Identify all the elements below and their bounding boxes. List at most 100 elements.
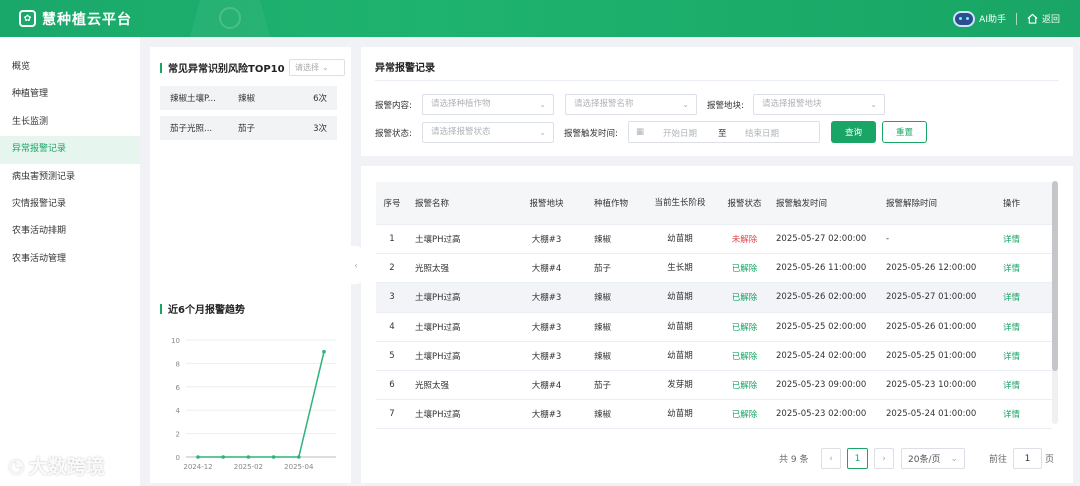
cell-index: 3 <box>389 292 395 303</box>
cell-trigger-time: 2025-05-26 11:00:00 <box>776 263 867 274</box>
details-link[interactable]: 详情 <box>987 262 1052 274</box>
cell-stage: 发芽期 <box>667 380 693 391</box>
app-logo[interactable]: ✿ 慧种植云平台 <box>19 9 132 29</box>
ai-assistant-button[interactable]: AI助手 <box>953 10 1006 27</box>
alarm-name-select[interactable]: 请选择报警名称 ⌄ <box>565 94 697 115</box>
status-label: 报警状态: <box>375 129 412 139</box>
table-row[interactable]: 6 光照太强 大棚#4 茄子 发芽期 已解除 2025-05-23 09:00:00 2025… <box>376 371 1052 401</box>
chevron-down-icon: ⌄ <box>950 453 958 464</box>
sidebar-item-farming[interactable]: 农事活动管理 <box>0 246 140 273</box>
crop-select[interactable]: 请选择 ⌄ <box>289 59 345 76</box>
goto-page-input[interactable]: 1 <box>1013 448 1042 469</box>
data-point <box>221 455 225 459</box>
cell-release-time: 2025-05-26 12:00:00 <box>886 263 977 274</box>
app-title: 慧种植云平台 <box>42 11 132 28</box>
crop-filter-placeholder: 请选择种植作物 <box>431 99 491 109</box>
filter-title: 异常报警记录 <box>375 63 435 74</box>
cell-crop: 茄子 <box>594 381 612 392</box>
page-size-select[interactable]: 20条/页 ⌄ <box>901 448 965 469</box>
details-link[interactable]: 详情 <box>987 379 1052 391</box>
chevron-left-icon: ‹ <box>354 260 358 270</box>
brand-watermark: ◔ 大数跨境 <box>8 452 105 479</box>
rank-count: 6次 <box>313 94 327 104</box>
goto-suffix: 页 <box>1045 455 1055 465</box>
plot-select[interactable]: 请选择报警地块 ⌄ <box>753 94 885 115</box>
details-link[interactable]: 详情 <box>987 233 1052 245</box>
time-label: 报警触发时间: <box>564 129 618 139</box>
date-range-picker[interactable]: ▦ 开始日期 至 结束日期 <box>628 121 820 143</box>
filter-panel: 异常报警记录 报警内容: 请选择种植作物 ⌄ 请选择报警名称 ⌄ 报警地块: 请… <box>361 47 1073 156</box>
scrollbar-thumb[interactable] <box>1052 181 1058 371</box>
cell-plot: 大棚#4 <box>531 381 562 392</box>
page-number-current[interactable]: 1 <box>847 448 868 469</box>
table-row[interactable]: 1 土壤PH过高 大棚#3 辣椒 幼苗期 未解除 2025-05-27 02:00:00 - 详… <box>376 225 1052 255</box>
rank-row[interactable]: 辣椒土壤P... 辣椒 6次 <box>160 86 337 110</box>
series-line <box>198 351 325 458</box>
y-tick-label: 6 <box>176 384 181 392</box>
details-link[interactable]: 详情 <box>987 321 1052 333</box>
table-row[interactable]: 2 光照太强 大棚#4 茄子 生长期 已解除 2025-05-26 11:00:00 2025… <box>376 254 1052 284</box>
cell-crop: 辣椒 <box>594 293 612 304</box>
sidebar-item-disaster[interactable]: 灾情报警记录 <box>0 191 140 218</box>
cell-status: 已解除 <box>731 351 758 362</box>
prev-page-button[interactable]: ‹ <box>821 448 841 469</box>
rank-row[interactable]: 茄子光照... 茄子 3次 <box>160 116 337 140</box>
sidebar-item-planting[interactable]: 种植管理 <box>0 81 140 108</box>
table-scrollbar[interactable] <box>1052 181 1058 424</box>
header-divider <box>1015 12 1017 25</box>
sidebar-item-schedule[interactable]: 农事活动排期 <box>0 218 140 245</box>
cell-status: 已解除 <box>731 293 758 304</box>
rank-name: 辣椒土壤P... <box>170 94 216 104</box>
divider <box>375 80 1059 81</box>
collapse-panel-button[interactable]: ‹ <box>351 246 361 284</box>
end-date-input[interactable]: 结束日期 <box>745 127 779 139</box>
sidebar-item-overview[interactable]: 概览 <box>0 54 140 81</box>
cell-alarm-name: 土壤PH过高 <box>415 351 461 362</box>
cell-release-time: 2025-05-27 01:00:00 <box>886 292 977 303</box>
cell-trigger-time: 2025-05-26 02:00:00 <box>776 292 867 303</box>
top-header: ✿ 慧种植云平台 AI助手 返回 <box>0 0 1080 37</box>
status-select[interactable]: 请选择报警状态 ⌄ <box>422 122 554 143</box>
range-separator: 至 <box>718 129 727 139</box>
watermark-logo-icon: ◔ <box>8 454 25 477</box>
col-header: 操作 <box>1003 199 1021 209</box>
table-row[interactable]: 3 土壤PH过高 大棚#3 辣椒 幼苗期 已解除 2025-05-26 02:00:00 20… <box>376 283 1052 313</box>
leaf-badge-icon: ✿ <box>19 10 36 27</box>
cell-index: 7 <box>389 409 395 420</box>
cell-plot: 大棚#3 <box>531 293 562 304</box>
next-page-button[interactable]: › <box>874 448 894 469</box>
table-row[interactable]: 5 土壤PH过高 大棚#3 辣椒 幼苗期 已解除 2025-05-24 02:00:00 20… <box>376 342 1052 371</box>
data-point <box>246 455 251 459</box>
back-label: 返回 <box>1041 15 1060 25</box>
cell-stage: 幼苗期 <box>667 321 693 332</box>
table-row[interactable]: 4 土壤PH过高 大棚#3 辣椒 幼苗期 已解除 2025-05-25 02:00:00 20… <box>376 313 1052 342</box>
crop-filter-select[interactable]: 请选择种植作物 ⌄ <box>422 94 554 115</box>
details-link[interactable]: 详情 <box>987 291 1052 303</box>
cell-release-time: 2025-05-24 01:00:00 <box>886 409 977 420</box>
top10-title: 常见异常识别风险TOP10 <box>160 60 285 75</box>
cell-status: 已解除 <box>731 410 758 421</box>
details-link[interactable]: 详情 <box>987 350 1052 362</box>
watermark-text: 大数跨境 <box>28 456 105 478</box>
data-point <box>322 349 326 354</box>
cell-trigger-time: 2025-05-25 02:00:00 <box>776 321 867 332</box>
alarm-name-placeholder: 请选择报警名称 <box>574 99 634 109</box>
cell-stage: 幼苗期 <box>667 409 693 420</box>
cell-release-time: 2025-05-26 01:00:00 <box>886 321 977 332</box>
table-row[interactable]: 7 土壤PH过高 大棚#3 辣椒 幼苗期 已解除 2025-05-23 02:00:00 20… <box>376 400 1052 430</box>
back-button[interactable]: 返回 <box>1027 12 1060 25</box>
details-link[interactable]: 详情 <box>987 408 1052 420</box>
sidebar-item-alarms[interactable]: 异常报警记录 <box>0 136 140 164</box>
cell-status: 已解除 <box>731 381 758 392</box>
calendar-icon: ▦ <box>636 127 645 137</box>
reset-button[interactable]: 重置 <box>882 121 927 143</box>
y-tick-label: 2 <box>176 431 180 439</box>
search-button[interactable]: 查询 <box>831 121 876 143</box>
sidebar-item-growth[interactable]: 生长监测 <box>0 109 140 136</box>
start-date-input[interactable]: 开始日期 <box>663 127 697 139</box>
cell-stage: 幼苗期 <box>667 292 693 303</box>
sidebar-item-pest[interactable]: 病虫害预测记录 <box>0 164 140 191</box>
data-point <box>196 455 200 459</box>
chevron-down-icon: ⌄ <box>682 100 689 109</box>
cell-status: 未解除 <box>731 235 758 246</box>
